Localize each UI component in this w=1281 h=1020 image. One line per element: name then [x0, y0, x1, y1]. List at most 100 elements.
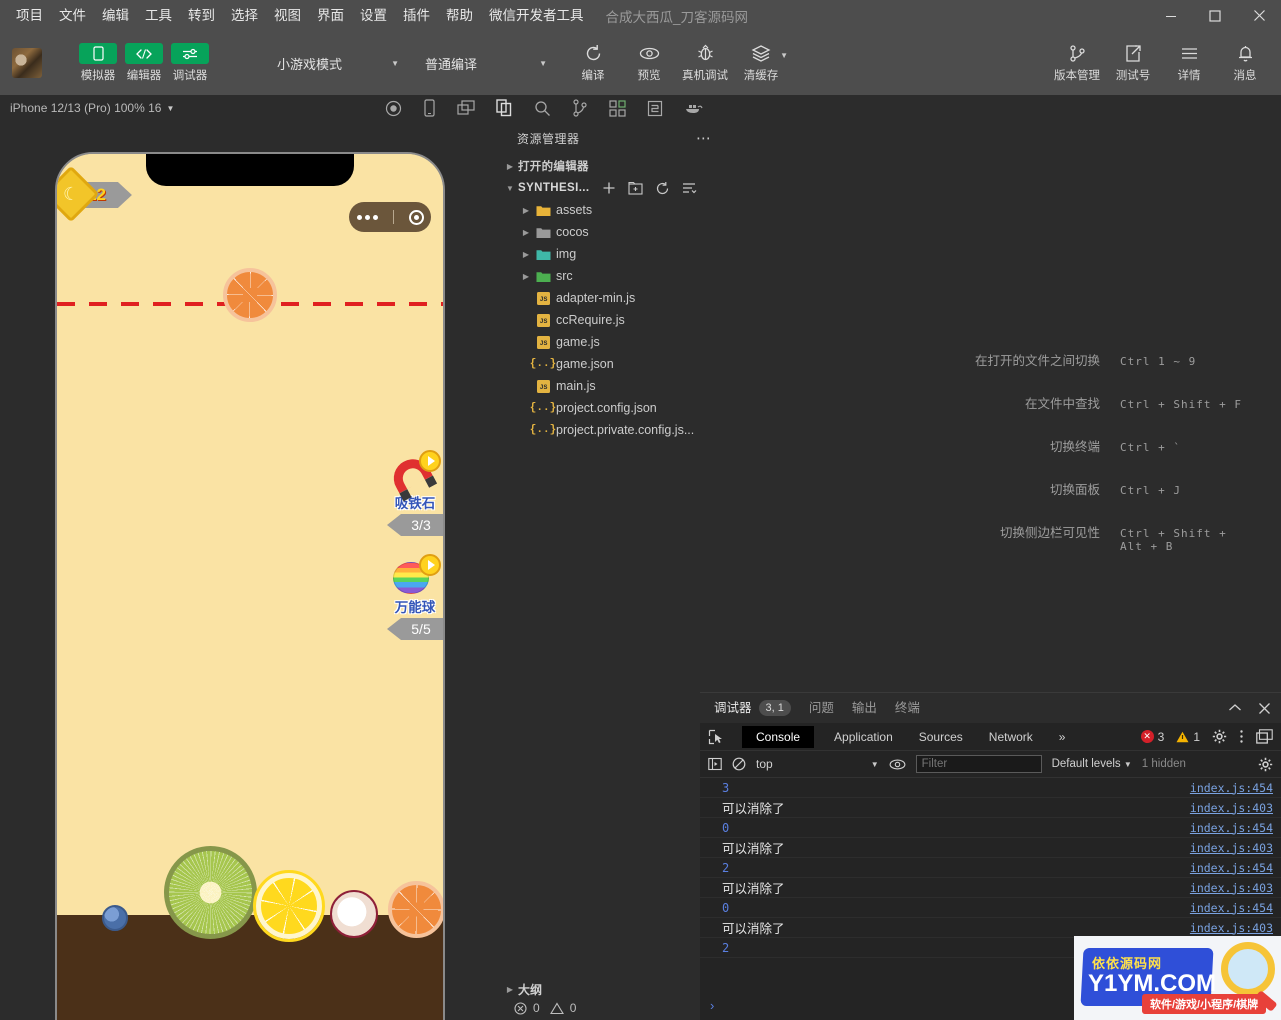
tree-item-main-js[interactable]: JS main.js: [500, 375, 740, 397]
menu-item-2[interactable]: 编辑: [94, 0, 137, 31]
tree-item-project-config-json[interactable]: {..} project.config.json: [500, 397, 740, 419]
record-icon[interactable]: [385, 100, 402, 117]
menu-item-1[interactable]: 文件: [51, 0, 94, 31]
tree-item-project-private-config-js---[interactable]: {..} project.private.config.js...: [500, 419, 740, 441]
outline-section[interactable]: ▶ 大纲: [500, 978, 720, 1000]
console-log-source[interactable]: index.js:454: [1190, 861, 1273, 875]
menu-item-6[interactable]: 视图: [266, 0, 309, 31]
shortcut-keys: Ctrl + J: [1120, 484, 1181, 497]
phone-icon[interactable]: [423, 99, 436, 117]
console-context-label[interactable]: top: [756, 757, 773, 771]
version-control-button[interactable]: 版本管理: [1051, 44, 1103, 83]
console-log-source[interactable]: index.js:403: [1190, 801, 1273, 815]
kebab-menu-icon[interactable]: [1239, 729, 1244, 744]
close-button[interactable]: [1237, 0, 1281, 31]
console-log-source[interactable]: index.js:403: [1190, 921, 1273, 935]
warning-badge[interactable]: 1: [1176, 730, 1200, 744]
more-actions-icon[interactable]: ⋯: [696, 129, 712, 147]
menu-item-5[interactable]: 选择: [223, 0, 266, 31]
console-sidebar-icon[interactable]: [708, 757, 722, 771]
tree-item-adapter-min-js[interactable]: JS adapter-min.js: [500, 287, 740, 309]
tree-item-assets[interactable]: ▶ assets: [500, 199, 740, 221]
collapse-all-icon[interactable]: [682, 181, 697, 195]
tree-item-img[interactable]: ▶ img: [500, 243, 740, 265]
game-mode-selector[interactable]: 小游戏模式 ▼: [277, 54, 399, 73]
gear-icon[interactable]: [1258, 757, 1273, 772]
console-levels-selector[interactable]: Default levels ▼: [1052, 758, 1132, 770]
more-dots-icon[interactable]: [356, 214, 378, 220]
target-icon[interactable]: [408, 209, 424, 225]
gear-icon[interactable]: [1212, 729, 1227, 744]
preview-button[interactable]: 预览: [623, 44, 675, 83]
clear-console-icon[interactable]: [732, 757, 746, 771]
console-log-source[interactable]: index.js:454: [1190, 781, 1273, 795]
messages-button[interactable]: 消息: [1219, 44, 1271, 83]
devtools-tab-1[interactable]: 问题: [809, 693, 834, 723]
menu-item-3[interactable]: 工具: [137, 0, 180, 31]
console-log-source[interactable]: index.js:403: [1190, 841, 1273, 855]
tree-item-src[interactable]: ▶ src: [500, 265, 740, 287]
test-account-button[interactable]: 测试号: [1107, 44, 1159, 83]
devtools-tab-3[interactable]: 终端: [895, 693, 920, 723]
maximize-button[interactable]: [1193, 0, 1237, 31]
devtools-panel-4[interactable]: »: [1053, 723, 1072, 751]
powerup-rainbow-ball[interactable]: 万能球 5/5: [387, 554, 443, 640]
devtools-panel-2[interactable]: Sources: [913, 723, 969, 751]
problems-status[interactable]: 0 0: [514, 1001, 576, 1015]
chevron-up-icon[interactable]: [1228, 703, 1242, 713]
open-editors-section[interactable]: ▶ 打开的编辑器: [500, 155, 740, 177]
mode-debugger[interactable]: 调试器: [171, 43, 209, 83]
inspect-element-icon[interactable]: [708, 729, 724, 745]
chevron-down-icon[interactable]: ▼: [871, 760, 879, 769]
device-debug-button[interactable]: 真机调试: [679, 44, 731, 83]
refresh-icon[interactable]: [655, 181, 670, 196]
devtools-tab-2[interactable]: 输出: [852, 693, 877, 723]
game-canvas[interactable]: 12 ☾ 吸铁石: [57, 154, 443, 1020]
files-icon[interactable]: [496, 99, 513, 117]
devtools-tab-0[interactable]: 调试器: [714, 693, 752, 724]
window-icon[interactable]: [457, 100, 475, 116]
extensions-icon[interactable]: [609, 99, 626, 117]
close-icon[interactable]: [1258, 702, 1271, 715]
mode-editor[interactable]: 编辑器: [125, 43, 163, 83]
console-log-source[interactable]: index.js:454: [1190, 821, 1273, 835]
project-root-row[interactable]: ▼ SYNTHESI...: [500, 177, 740, 199]
snippet-icon[interactable]: [647, 100, 663, 117]
new-file-icon[interactable]: [602, 181, 616, 195]
console-log-source[interactable]: index.js:403: [1190, 881, 1273, 895]
mode-editor-label: 编辑器: [126, 70, 162, 82]
menu-item-0[interactable]: 项目: [8, 0, 51, 31]
clear-cache-label: 清缓存: [743, 69, 779, 82]
menu-item-10[interactable]: 帮助: [438, 0, 481, 31]
devtools-panel-1[interactable]: Application: [828, 723, 899, 751]
compile-mode-selector[interactable]: 普通编译 ▼: [425, 54, 547, 73]
menu-item-11[interactable]: 微信开发者工具: [481, 0, 592, 31]
tree-item-game-json[interactable]: {..} game.json: [500, 353, 740, 375]
details-button[interactable]: 详情: [1163, 44, 1215, 83]
dock-side-icon[interactable]: [1256, 729, 1273, 744]
console-filter-input[interactable]: [915, 755, 1042, 773]
clear-cache-button[interactable]: ▼ 清缓存: [735, 44, 788, 83]
error-badge[interactable]: ✕ 3: [1140, 730, 1164, 744]
menu-item-8[interactable]: 设置: [352, 0, 395, 31]
menu-item-9[interactable]: 插件: [395, 0, 438, 31]
console-log-source[interactable]: index.js:454: [1190, 901, 1273, 915]
live-expression-icon[interactable]: [889, 758, 906, 771]
tree-item-ccrequire-js[interactable]: JS ccRequire.js: [500, 309, 740, 331]
user-avatar[interactable]: [12, 48, 42, 78]
devtools-panel-0[interactable]: Console: [742, 725, 815, 748]
powerup-magnet[interactable]: 吸铁石 3/3: [387, 450, 443, 536]
new-folder-icon[interactable]: [627, 181, 643, 195]
minimize-button[interactable]: [1149, 0, 1193, 31]
source-control-icon[interactable]: [572, 99, 588, 117]
mode-simulator[interactable]: 模拟器: [79, 43, 117, 83]
wechat-capsule-menu[interactable]: [349, 202, 431, 232]
devtools-panel-3[interactable]: Network: [983, 723, 1039, 751]
menu-item-7[interactable]: 界面: [309, 0, 352, 31]
tree-item-game-js[interactable]: JS game.js: [500, 331, 740, 353]
search-icon[interactable]: [534, 100, 551, 117]
compile-button[interactable]: 编译: [567, 44, 619, 83]
menu-item-4[interactable]: 转到: [180, 0, 223, 31]
tree-item-cocos[interactable]: ▶ cocos: [500, 221, 740, 243]
docker-icon[interactable]: [684, 100, 703, 116]
